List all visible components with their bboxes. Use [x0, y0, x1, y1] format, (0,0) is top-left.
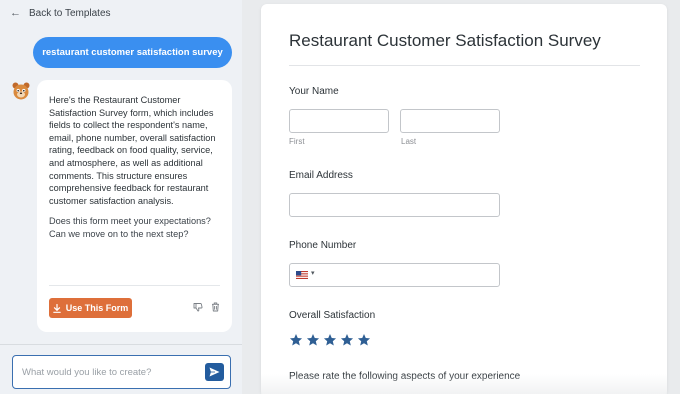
back-label: Back to Templates — [29, 7, 111, 19]
assistant-avatar-icon — [11, 81, 31, 101]
arrow-left-icon: ← — [10, 7, 21, 19]
star-icon[interactable] — [340, 333, 354, 347]
assistant-message-text: Here's the Restaurant Customer Satisfact… — [49, 95, 216, 206]
caret-down-icon[interactable]: ▾ — [311, 269, 315, 277]
chat-input-box — [12, 355, 231, 389]
satisfaction-label: Overall Satisfaction — [289, 310, 376, 321]
star-icon[interactable] — [306, 333, 320, 347]
us-flag-icon[interactable] — [296, 271, 308, 279]
send-button[interactable] — [205, 363, 224, 381]
send-icon — [209, 367, 220, 377]
use-this-form-button[interactable]: Use This Form — [49, 298, 132, 318]
prompt-input[interactable] — [22, 365, 192, 379]
email-label: Email Address — [289, 170, 353, 181]
star-rating[interactable] — [289, 333, 371, 347]
phone-label: Phone Number — [289, 240, 357, 251]
divider — [0, 344, 242, 345]
scroll-fade — [261, 374, 667, 394]
download-icon — [52, 303, 61, 313]
assistant-message-card: Here's the Restaurant Customer Satisfact… — [37, 80, 232, 332]
first-sublabel: First — [289, 137, 305, 146]
form-title: Restaurant Customer Satisfaction Survey — [289, 31, 601, 50]
assistant-question-text: Does this form meet your expectations? C… — [49, 216, 211, 239]
thumbs-down-icon[interactable] — [193, 302, 203, 312]
last-sublabel: Last — [401, 137, 417, 146]
use-form-label: Use This Form — [65, 303, 129, 313]
divider — [289, 65, 640, 66]
first-name-field[interactable] — [289, 109, 389, 133]
name-label: Your Name — [289, 86, 339, 97]
star-icon[interactable] — [357, 333, 371, 347]
user-message-bubble: restaurant customer satisfaction survey — [33, 37, 232, 68]
user-message-text: restaurant customer satisfaction survey — [42, 47, 223, 58]
back-to-templates-link[interactable]: ← Back to Templates — [0, 0, 242, 26]
phone-field[interactable]: ▾ — [289, 263, 500, 287]
star-icon[interactable] — [323, 333, 337, 347]
chat-panel: ← Back to Templates restaurant customer … — [0, 0, 242, 394]
divider — [49, 285, 220, 286]
trash-icon[interactable] — [211, 302, 220, 312]
star-icon[interactable] — [289, 333, 303, 347]
email-field[interactable] — [289, 193, 500, 217]
last-name-field[interactable] — [400, 109, 500, 133]
